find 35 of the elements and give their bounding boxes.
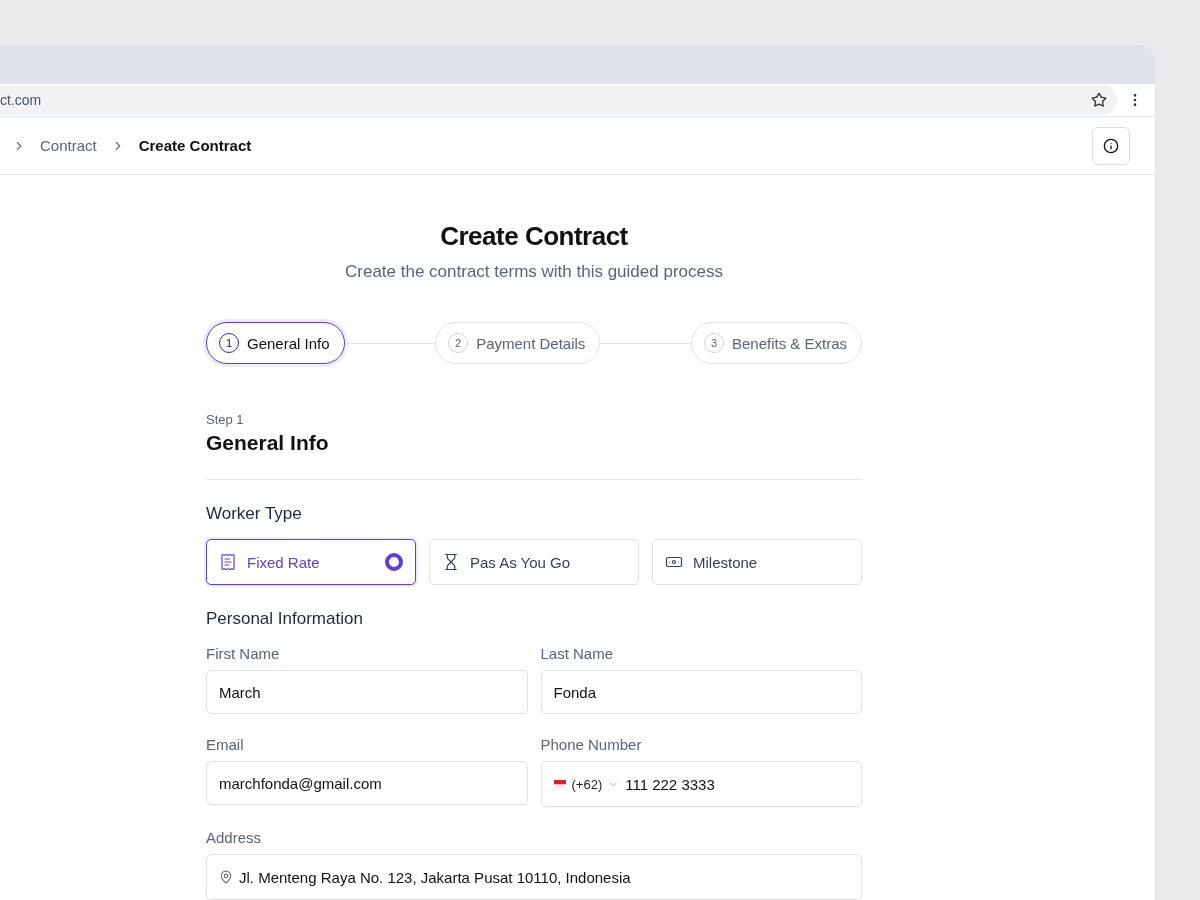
flag-icon — [553, 779, 566, 789]
hourglass-icon — [442, 553, 460, 571]
group-title: Worker Type — [206, 504, 303, 524]
phone-field[interactable]: (+62) 111 222 3333 — [540, 761, 862, 807]
page-title: Create Contract — [439, 221, 629, 252]
breadcrumb-link[interactable]: Create Contract — [138, 137, 252, 155]
location-pin-icon — [219, 870, 233, 884]
step-tab[interactable]: 3 Benefits & Extras — [690, 322, 862, 364]
breadcrumb-link[interactable]: Contract — [40, 137, 97, 155]
url-text: ct.com — [0, 91, 42, 108]
step-tab[interactable]: 2 Payment Details — [435, 322, 601, 364]
worker-type-option[interactable]: Fixed Rate — [206, 539, 416, 585]
step-tab[interactable]: 1 General Info — [206, 322, 345, 364]
field-label: Last Name — [540, 645, 615, 662]
info-button[interactable] — [1092, 126, 1130, 165]
receipt-icon — [219, 553, 237, 571]
radio-selected-icon — [385, 553, 403, 571]
input-field[interactable]: Fonda — [540, 670, 862, 714]
worker-type-option[interactable]: Milestone — [652, 539, 862, 585]
group-title: Personal Information — [206, 609, 364, 629]
star-icon[interactable] — [1091, 91, 1107, 108]
address-bar[interactable]: ct.com — [0, 84, 1117, 115]
address-field[interactable]: Jl. Menteng Raya No. 123, Jakarta Pusat 10110, Indonesia — [206, 854, 862, 900]
country-code[interactable]: (+62) — [571, 776, 603, 792]
field-label: Address — [206, 829, 263, 846]
field-label: Phone Number — [540, 736, 643, 753]
input-field[interactable]: March — [206, 670, 528, 714]
worker-type-option[interactable]: Pas As You Go — [429, 539, 639, 585]
page-subtitle: Create the contract terms with this guided process — [344, 262, 724, 282]
field-label: Email — [206, 736, 245, 753]
info-icon — [1103, 137, 1119, 154]
input-field[interactable]: marchfonda@gmail.com — [206, 761, 528, 805]
field-label: First Name — [206, 645, 281, 662]
section-title: General Info — [206, 431, 330, 455]
step-label: Step 1 — [206, 412, 245, 427]
